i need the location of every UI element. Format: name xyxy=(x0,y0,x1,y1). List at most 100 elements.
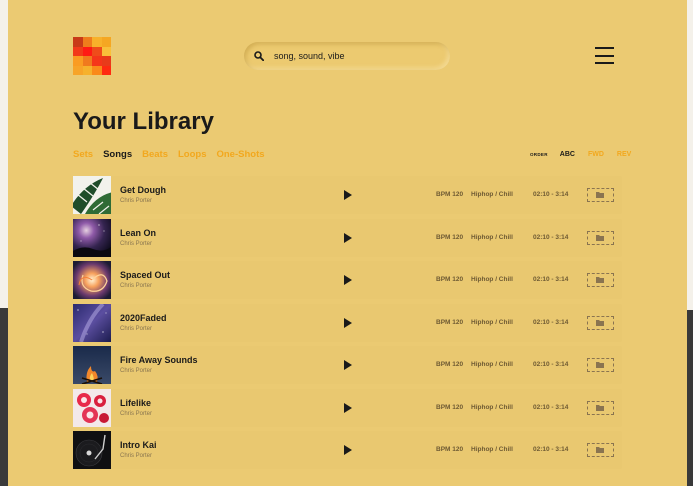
play-icon[interactable] xyxy=(344,402,352,413)
song-row[interactable]: Get Dough Chris Porter BPM 120 Hiphop / … xyxy=(73,176,622,214)
song-artist: Chris Porter xyxy=(120,283,153,289)
add-to-folder-button[interactable] xyxy=(587,230,614,245)
play-icon[interactable] xyxy=(344,275,352,285)
song-row[interactable]: Fire Away Sounds Chris Porter BPM 120 Hi… xyxy=(73,346,622,384)
song-bpm: BPM 120 xyxy=(436,191,464,198)
logo-tile xyxy=(101,46,111,56)
search-input[interactable] xyxy=(272,50,436,62)
tab-one-shots[interactable]: One-Shots xyxy=(216,149,264,160)
song-bpm: BPM 120 xyxy=(436,233,464,241)
order-option-rev[interactable]: REV xyxy=(617,151,631,158)
logo-tile xyxy=(101,65,111,75)
song-bpm: BPM 120 xyxy=(436,318,464,326)
folder-icon xyxy=(596,319,604,326)
search-bar[interactable] xyxy=(244,42,450,70)
song-title: Get Dough xyxy=(120,185,166,195)
song-genre: Hiphop / Chill xyxy=(471,233,513,241)
play-icon[interactable] xyxy=(344,232,352,243)
menu-line xyxy=(595,62,614,64)
song-row[interactable]: Lifelike Chris Porter BPM 120 Hiphop / C… xyxy=(73,388,622,427)
play-icon[interactable] xyxy=(344,445,352,455)
menu-line xyxy=(595,47,614,49)
background-left xyxy=(0,0,8,486)
order-option-abc[interactable]: ABC xyxy=(560,151,575,158)
add-to-folder-button[interactable] xyxy=(587,273,614,287)
song-row[interactable]: Intro Kai Chris Porter BPM 120 Hiphop / … xyxy=(73,431,622,469)
search-icon xyxy=(254,51,264,61)
add-to-folder-button[interactable] xyxy=(587,443,614,457)
album-art[interactable] xyxy=(73,388,111,427)
song-title: Spaced Out xyxy=(120,270,171,280)
song-title: 2020Faded xyxy=(120,312,167,323)
song-title: Intro Kai xyxy=(120,440,157,450)
song-duration: 02:10 - 3:14 xyxy=(533,403,569,411)
song-genre: Hiphop / Chill xyxy=(471,276,513,283)
tab-beats[interactable]: Beats xyxy=(142,149,168,160)
song-bpm: BPM 120 xyxy=(436,403,464,411)
song-artist: Chris Porter xyxy=(120,240,153,247)
logo-tile xyxy=(82,46,92,56)
song-title: Fire Away Sounds xyxy=(120,355,198,365)
song-row[interactable]: Spaced Out Chris Porter BPM 120 Hiphop /… xyxy=(73,261,622,299)
song-duration: 02:10 - 3:14 xyxy=(533,276,569,283)
folder-icon xyxy=(596,277,604,283)
song-duration: 02:10 - 3:14 xyxy=(533,318,569,326)
add-to-folder-button[interactable] xyxy=(587,188,614,202)
logo-tile xyxy=(82,56,92,66)
song-row[interactable]: 2020Faded Chris Porter BPM 120 Hiphop / … xyxy=(73,303,622,342)
add-to-folder-button[interactable] xyxy=(587,358,614,372)
song-artist: Chris Porter xyxy=(120,410,153,417)
folder-icon xyxy=(596,362,604,368)
play-icon[interactable] xyxy=(344,360,352,370)
add-to-folder-button[interactable] xyxy=(587,400,614,415)
song-bpm: BPM 120 xyxy=(436,361,464,368)
song-genre: Hiphop / Chill xyxy=(471,403,513,411)
order-option-fwd[interactable]: FWD xyxy=(588,151,604,158)
logo-tile xyxy=(73,37,83,47)
song-artist: Chris Porter xyxy=(120,198,153,204)
song-row[interactable]: Lean On Chris Porter BPM 120 Hiphop / Ch… xyxy=(73,218,622,257)
add-to-folder-button[interactable] xyxy=(587,315,614,330)
logo-tile xyxy=(73,65,83,75)
logo-tile xyxy=(101,56,111,66)
logo-tile xyxy=(82,37,92,47)
logo-tile xyxy=(92,65,102,75)
menu-line xyxy=(595,54,614,57)
tab-loops[interactable]: Loops xyxy=(178,149,207,160)
tab-sets[interactable]: Sets xyxy=(73,149,93,160)
play-icon[interactable] xyxy=(344,317,352,328)
page-title: Your Library xyxy=(73,108,214,135)
hamburger-menu-icon[interactable] xyxy=(595,47,614,64)
song-duration: 02:10 - 3:14 xyxy=(533,361,569,368)
song-genre: Hiphop / Chill xyxy=(471,191,513,198)
play-icon[interactable] xyxy=(344,190,352,200)
library-tabs: Sets Songs Beats Loops One-Shots xyxy=(73,149,265,160)
order-label: ORDER xyxy=(530,152,548,157)
order-controls: ORDER ABC FWD REV xyxy=(530,151,644,158)
song-duration: 02:10 - 3:14 xyxy=(533,233,569,241)
album-art[interactable] xyxy=(73,176,111,214)
song-genre: Hiphop / Chill xyxy=(471,446,513,453)
logo-tile xyxy=(101,37,111,47)
song-bpm: BPM 120 xyxy=(436,446,464,453)
folder-icon xyxy=(596,192,604,198)
album-art[interactable] xyxy=(73,346,111,384)
album-art[interactable] xyxy=(73,218,111,257)
album-art[interactable] xyxy=(73,303,111,342)
song-genre: Hiphop / Chill xyxy=(471,318,513,326)
song-title: Lifelike xyxy=(120,397,152,408)
tab-songs[interactable]: Songs xyxy=(103,149,132,160)
folder-icon xyxy=(596,234,604,241)
logo[interactable] xyxy=(73,37,111,75)
background-right xyxy=(687,0,693,486)
logo-tile xyxy=(92,37,102,47)
song-artist: Chris Porter xyxy=(120,453,153,459)
song-artist: Chris Porter xyxy=(120,368,153,374)
logo-tile xyxy=(73,46,83,56)
album-art[interactable] xyxy=(73,261,111,299)
album-art[interactable] xyxy=(73,431,111,469)
app-window: Your Library Sets Songs Beats Loops One-Shot… xyxy=(8,0,687,486)
folder-icon xyxy=(596,447,604,453)
song-title: Lean On xyxy=(120,227,157,238)
song-duration: 02:10 - 3:14 xyxy=(533,446,569,453)
